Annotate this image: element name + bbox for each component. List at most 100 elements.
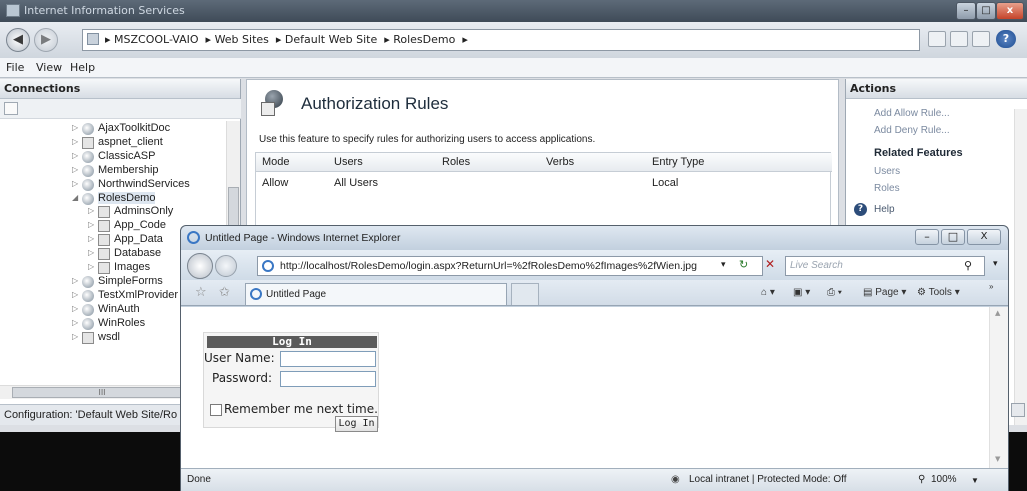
add-allow-rule-link[interactable]: Add Allow Rule... — [874, 108, 950, 119]
page-icon — [262, 260, 274, 272]
help-link[interactable]: Help — [874, 204, 895, 215]
expand-arrow-icon[interactable]: ▷ — [72, 332, 80, 341]
menu-help[interactable]: Help — [70, 61, 95, 74]
tools-menu[interactable]: ⚙ Tools ▾ — [917, 287, 960, 298]
zoom-dropdown-icon[interactable]: ▼ — [971, 476, 979, 485]
column-verbs[interactable]: Verbs — [546, 156, 574, 168]
collapse-arrow-icon[interactable]: ◢ — [72, 193, 80, 202]
breadcrumb-server[interactable]: MSZCOOL-VAIO — [114, 33, 199, 46]
actions-header: Actions — [846, 79, 1027, 99]
remember-me-checkbox[interactable] — [210, 404, 222, 416]
scroll-up-arrow[interactable]: ▲ — [995, 309, 1000, 317]
refresh-icon[interactable]: ↻ — [739, 258, 748, 271]
expand-arrow-icon[interactable]: ▷ — [88, 220, 96, 229]
breadcrumb-default-site[interactable]: Default Web Site — [285, 33, 377, 46]
cell-entry-type: Local — [652, 177, 679, 189]
password-field[interactable] — [280, 371, 376, 387]
menu-view[interactable]: View — [36, 61, 62, 74]
ie-vertical-scrollbar[interactable]: ▲ ▼ — [989, 307, 1008, 468]
url-dropdown-icon[interactable]: ▾ — [721, 260, 726, 270]
search-options-icon[interactable]: ▾ — [993, 259, 998, 269]
cell-users: All Users — [334, 177, 379, 189]
url-field[interactable]: http://localhost/RolesDemo/login.aspx?Re… — [257, 256, 763, 276]
ie-minimize-button[interactable]: – — [915, 229, 939, 245]
search-icon[interactable]: ⚲ — [964, 259, 972, 272]
server-icon[interactable] — [928, 31, 946, 47]
site-icon — [82, 123, 94, 135]
expand-arrow-icon[interactable]: ▷ — [72, 151, 80, 160]
page-menu[interactable]: ▤ Page ▾ — [863, 287, 906, 298]
login-button[interactable]: Log In — [335, 416, 378, 432]
connect-icon[interactable] — [4, 102, 18, 115]
feeds-icon[interactable]: ▣ ▾ — [793, 287, 810, 298]
breadcrumb-site-icon — [87, 33, 99, 45]
expand-arrow-icon[interactable]: ▷ — [72, 290, 80, 299]
actions-scrollbar[interactable] — [1014, 109, 1027, 425]
ie-forward-button[interactable] — [215, 255, 237, 277]
minimize-button[interactable]: – — [956, 2, 976, 20]
zoom-level[interactable]: 100% — [931, 474, 957, 485]
help-icon[interactable]: ? — [996, 30, 1016, 48]
home-toolbar-icon[interactable]: ⌂ ▾ — [761, 287, 775, 298]
tree-item-label: AjaxToolkitDoc — [98, 123, 171, 134]
site-icon — [82, 317, 94, 330]
stop-icon[interactable]: ✕ — [765, 257, 775, 271]
remember-me-label: Remember me next time. — [224, 402, 378, 416]
users-link[interactable]: Users — [874, 166, 900, 177]
related-features-heading: Related Features — [874, 147, 963, 159]
tree-item-label: aspnet_client — [98, 135, 163, 148]
breadcrumb-rolesdemo[interactable]: RolesDemo — [393, 33, 455, 46]
tab-untitled-page[interactable]: Untitled Page — [245, 283, 507, 305]
iis-status-icon — [1011, 403, 1025, 417]
toolbar-overflow-icon[interactable]: » — [989, 282, 993, 291]
ie-back-button[interactable] — [187, 253, 213, 279]
expand-arrow-icon[interactable]: ▷ — [72, 123, 80, 132]
expand-arrow-icon[interactable]: ▷ — [72, 304, 80, 313]
ie-window: Untitled Page - Windows Internet Explore… — [180, 225, 1009, 491]
expand-arrow-icon[interactable]: ▷ — [88, 206, 96, 215]
close-button[interactable]: x — [996, 2, 1024, 20]
expand-arrow-icon[interactable]: ▷ — [72, 179, 80, 188]
home-icon[interactable] — [972, 31, 990, 47]
ie-maximize-button[interactable]: □ — [941, 229, 965, 245]
expand-arrow-icon[interactable]: ▷ — [88, 262, 96, 271]
site-icon — [82, 289, 94, 302]
add-deny-rule-link[interactable]: Add Deny Rule... — [874, 125, 950, 136]
ie-address-bar: http://localhost/RolesDemo/login.aspx?Re… — [181, 250, 1008, 280]
roles-link[interactable]: Roles — [874, 183, 900, 194]
search-placeholder: Live Search — [790, 260, 843, 271]
forward-button[interactable]: ▶ — [34, 28, 58, 52]
expand-arrow-icon[interactable]: ▷ — [88, 248, 96, 257]
add-favorites-icon[interactable]: ✩ — [219, 285, 230, 300]
back-button[interactable]: ◀ — [6, 28, 30, 52]
scroll-down-arrow[interactable]: ▼ — [995, 455, 1000, 463]
expand-arrow-icon[interactable]: ▷ — [72, 276, 80, 285]
password-label: Password: — [212, 371, 273, 385]
zone-text[interactable]: Local intranet | Protected Mode: Off — [689, 474, 847, 485]
username-field[interactable] — [280, 351, 376, 367]
favorites-star-icon[interactable]: ☆ — [195, 285, 207, 300]
breadcrumb[interactable]: ▸ MSZCOOL-VAIO ▸ Web Sites ▸ Default Web… — [82, 29, 920, 51]
maximize-button[interactable]: □ — [976, 2, 996, 20]
ie-close-button[interactable]: X — [967, 229, 1001, 245]
menu-file[interactable]: File — [6, 61, 24, 74]
expand-arrow-icon[interactable]: ▷ — [72, 137, 80, 146]
column-roles[interactable]: Roles — [442, 156, 470, 168]
column-users[interactable]: Users — [334, 156, 363, 168]
column-mode[interactable]: Mode — [262, 156, 290, 168]
table-row[interactable]: Allow All Users Local — [256, 174, 832, 192]
new-tab-button[interactable] — [511, 283, 539, 305]
tree-hscroll-thumb[interactable]: III — [12, 387, 192, 398]
expand-arrow-icon[interactable]: ▷ — [88, 234, 96, 243]
ie-logo-icon — [187, 231, 200, 244]
page-title: Authorization Rules — [301, 94, 449, 113]
column-entry-type[interactable]: Entry Type — [652, 156, 704, 168]
expand-arrow-icon[interactable]: ▷ — [72, 165, 80, 174]
breadcrumb-web-sites[interactable]: Web Sites — [215, 33, 269, 46]
print-icon[interactable]: ⎙ ▾ — [827, 287, 842, 298]
connections-header: Connections — [0, 79, 240, 99]
ie-page-content: Log In User Name: Password: Remember me … — [181, 307, 1008, 468]
search-input[interactable]: Live Search ⚲ — [785, 256, 985, 276]
expand-arrow-icon[interactable]: ▷ — [72, 318, 80, 327]
mail-icon[interactable] — [950, 31, 968, 47]
